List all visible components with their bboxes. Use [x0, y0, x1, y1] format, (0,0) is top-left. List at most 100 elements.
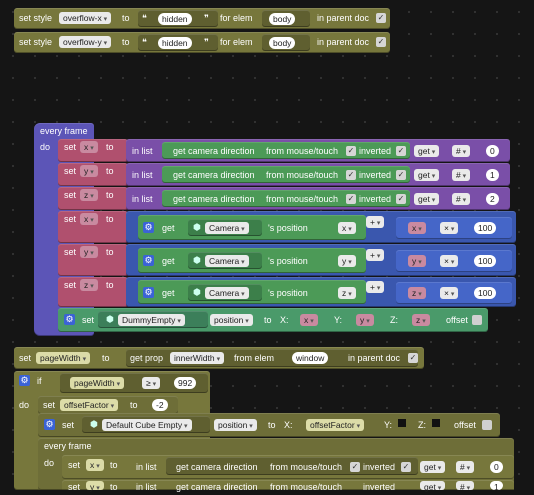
gear-icon[interactable]: ⚙: [143, 287, 154, 298]
set-style-block-overflow-y[interactable]: set style overflow-y to ❝ hidden ❞ for e…: [14, 32, 390, 53]
get-dropdown[interactable]: get: [414, 145, 440, 157]
from-mouse-checkbox[interactable]: ✓: [346, 170, 356, 180]
inverted-checkbox[interactable]: ✓: [396, 194, 406, 204]
number-field[interactable]: 992: [174, 377, 197, 389]
gear-icon[interactable]: ⚙: [143, 222, 154, 233]
get-dropdown[interactable]: get: [420, 461, 446, 473]
set-offsetfactor-block[interactable]: set offsetFactor to -2: [38, 396, 178, 414]
offset-checkbox[interactable]: ✓: [482, 420, 492, 430]
var-dropdown[interactable]: y: [86, 481, 104, 492]
style-value-field[interactable]: hidden: [158, 13, 192, 25]
in-parent-checkbox[interactable]: ✓: [376, 13, 386, 23]
index-field[interactable]: 1: [490, 481, 503, 492]
var-dropdown[interactable]: offsetFactor: [60, 399, 119, 411]
index-field[interactable]: 2: [486, 193, 499, 205]
camera-dropdown[interactable]: Camera: [205, 255, 249, 267]
var-dropdown[interactable]: y: [80, 246, 98, 258]
hash-dropdown[interactable]: #: [456, 481, 475, 492]
var-ref-dropdown[interactable]: y: [408, 255, 426, 267]
set-pagewidth-block[interactable]: set pageWidth to get prop innerWidth fro…: [14, 347, 424, 369]
camera-dropdown[interactable]: Camera: [205, 287, 249, 299]
gear-icon[interactable]: ⚙: [143, 255, 154, 266]
var-ref-dropdown[interactable]: x: [408, 222, 426, 234]
elem-field[interactable]: body: [269, 37, 296, 49]
offset-checkbox[interactable]: ✓: [472, 315, 482, 325]
index-field[interactable]: 0: [486, 145, 499, 157]
string-block[interactable]: ❝ hidden ❞: [138, 34, 218, 51]
axis-dropdown[interactable]: z: [338, 287, 356, 299]
op-dropdown[interactable]: +: [366, 281, 385, 293]
op-dropdown[interactable]: +: [366, 249, 385, 261]
number-field[interactable]: -2: [152, 399, 168, 411]
number-field[interactable]: 100: [474, 255, 497, 267]
style-value-field[interactable]: hidden: [158, 37, 192, 49]
mult-op-dropdown[interactable]: ×: [440, 255, 459, 267]
position-dropdown[interactable]: position: [210, 314, 253, 326]
from-mouse-checkbox[interactable]: ✓: [350, 462, 360, 472]
hash-dropdown[interactable]: #: [452, 145, 471, 157]
x-var[interactable]: x: [300, 314, 318, 326]
compare-op-dropdown[interactable]: ≥: [142, 377, 161, 389]
set-cube-position-block[interactable]: ⚙ set ⬢ Default Cube Empty position to X…: [38, 413, 500, 437]
hash-dropdown[interactable]: #: [452, 169, 471, 181]
mult-op-dropdown[interactable]: ×: [440, 287, 459, 299]
style-prop-dropdown[interactable]: overflow-x: [59, 12, 112, 24]
var-dropdown[interactable]: x: [86, 459, 104, 471]
var-dropdown[interactable]: pageWidth: [36, 352, 91, 364]
get-prop-label: get prop: [130, 353, 164, 363]
prop-dropdown[interactable]: innerWidth: [170, 352, 225, 364]
elem-block[interactable]: body: [262, 34, 310, 51]
gear-icon[interactable]: ⚙: [44, 419, 55, 430]
y-var[interactable]: y: [356, 314, 374, 326]
set-dummy-position-block[interactable]: ⚙ set ⬢ DummyEmpty position to X: x Y: y…: [58, 308, 488, 332]
get-dropdown[interactable]: get: [414, 193, 440, 205]
object-dropdown[interactable]: Default Cube Empty: [102, 419, 192, 431]
style-prop-dropdown[interactable]: overflow-y: [59, 36, 112, 48]
axis-dropdown[interactable]: x: [338, 222, 356, 234]
empty-slot[interactable]: [432, 419, 440, 427]
elem-block[interactable]: body: [262, 10, 310, 27]
hash-dropdown[interactable]: #: [456, 461, 475, 473]
gear-icon[interactable]: ⚙: [19, 375, 30, 386]
pagewidth-var[interactable]: pageWidth: [70, 377, 125, 389]
gear-icon[interactable]: ⚙: [64, 314, 75, 325]
number-field[interactable]: 100: [474, 222, 497, 234]
axis-dropdown[interactable]: y: [338, 255, 356, 267]
get-dropdown[interactable]: get: [414, 169, 440, 181]
var-ref-dropdown[interactable]: z: [408, 287, 426, 299]
op-dropdown[interactable]: +: [366, 216, 385, 228]
in-parent-checkbox[interactable]: ✓: [376, 37, 386, 47]
x-var[interactable]: offsetFactor: [306, 419, 365, 431]
position-dropdown[interactable]: position: [214, 419, 257, 431]
in-parent-checkbox[interactable]: ✓: [408, 353, 418, 363]
var-dropdown[interactable]: y: [80, 165, 98, 177]
index-field[interactable]: 0: [490, 461, 503, 473]
z-var[interactable]: z: [412, 314, 430, 326]
elem-field[interactable]: window: [292, 352, 329, 364]
inverted-checkbox[interactable]: ✓: [396, 146, 406, 156]
from-mouse-checkbox[interactable]: ✓: [346, 194, 356, 204]
var-dropdown[interactable]: x: [80, 141, 98, 153]
empty-slot[interactable]: [398, 419, 406, 427]
camera-dropdown[interactable]: Camera: [205, 222, 249, 234]
set-style-block-overflow-x[interactable]: set style overflow-x to ❝ hidden ❞ for e…: [14, 8, 390, 29]
mult-op-dropdown[interactable]: ×: [440, 222, 459, 234]
cube-icon: ⬢: [193, 255, 201, 265]
index-field[interactable]: 1: [486, 169, 499, 181]
get-dropdown[interactable]: get: [420, 481, 446, 492]
to-label: to: [264, 315, 272, 325]
number-field[interactable]: 100: [474, 287, 497, 299]
var-dropdown[interactable]: x: [80, 213, 98, 225]
hash-dropdown[interactable]: #: [452, 193, 471, 205]
object-dropdown[interactable]: DummyEmpty: [118, 314, 185, 326]
elem-field[interactable]: body: [269, 13, 296, 25]
var-dropdown[interactable]: z: [80, 189, 98, 201]
string-block[interactable]: ❝ hidden ❞: [138, 10, 218, 27]
inverted-checkbox[interactable]: ✓: [396, 170, 406, 180]
from-mouse-checkbox[interactable]: ✓: [346, 146, 356, 156]
inverted-checkbox[interactable]: ✓: [401, 462, 411, 472]
z-label: Z:: [390, 315, 398, 325]
set-style-label: set style: [19, 37, 53, 47]
set-label: set: [82, 315, 95, 325]
var-dropdown[interactable]: z: [80, 279, 98, 291]
